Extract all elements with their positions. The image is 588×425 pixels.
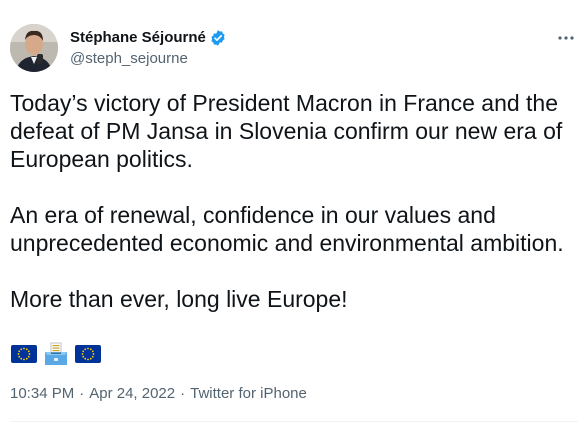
tweet-text: Today’s victory of President Macron in F…: [10, 89, 580, 341]
divider: [10, 421, 578, 422]
tweet-source-link[interactable]: Twitter for iPhone: [190, 384, 307, 404]
eu-flag-icon: [75, 345, 101, 363]
ballot-box-icon: [45, 342, 67, 365]
more-options-icon[interactable]: [554, 26, 578, 50]
tweet-source: Twitter for iPhone: [190, 385, 307, 402]
tweet-paragraph: More than ever, long live Europe!: [10, 286, 348, 312]
eu-flag-icon: [11, 345, 37, 363]
tweet-date-link[interactable]: Apr 24, 2022: [89, 384, 175, 404]
verified-badge-icon: [211, 30, 225, 46]
tweet-time-link[interactable]: 10:34 PM: [10, 384, 74, 404]
author-handle[interactable]: @steph_sejourne: [70, 49, 188, 69]
meta-separator: ·: [180, 385, 186, 402]
emoji-row: [10, 340, 102, 368]
avatar-photo: [10, 24, 58, 72]
tweet-date: Apr 24, 2022: [89, 385, 176, 402]
tweet: Stéphane Séjourné @steph_sejourne Today’…: [0, 0, 588, 425]
author-name-row: Stéphane Séjourné: [70, 28, 227, 48]
author-display-name[interactable]: Stéphane Séjourné: [70, 28, 206, 48]
tweet-time: 10:34 PM: [10, 385, 75, 402]
tweet-meta: 10:34 PM · Apr 24, 2022 · Twitter for iP…: [10, 384, 307, 404]
tweet-paragraph: Today’s victory of President Macron in F…: [10, 90, 563, 172]
meta-separator: ·: [79, 385, 85, 402]
tweet-paragraph: An era of renewal, confidence in our val…: [10, 202, 564, 256]
avatar[interactable]: [10, 24, 58, 72]
